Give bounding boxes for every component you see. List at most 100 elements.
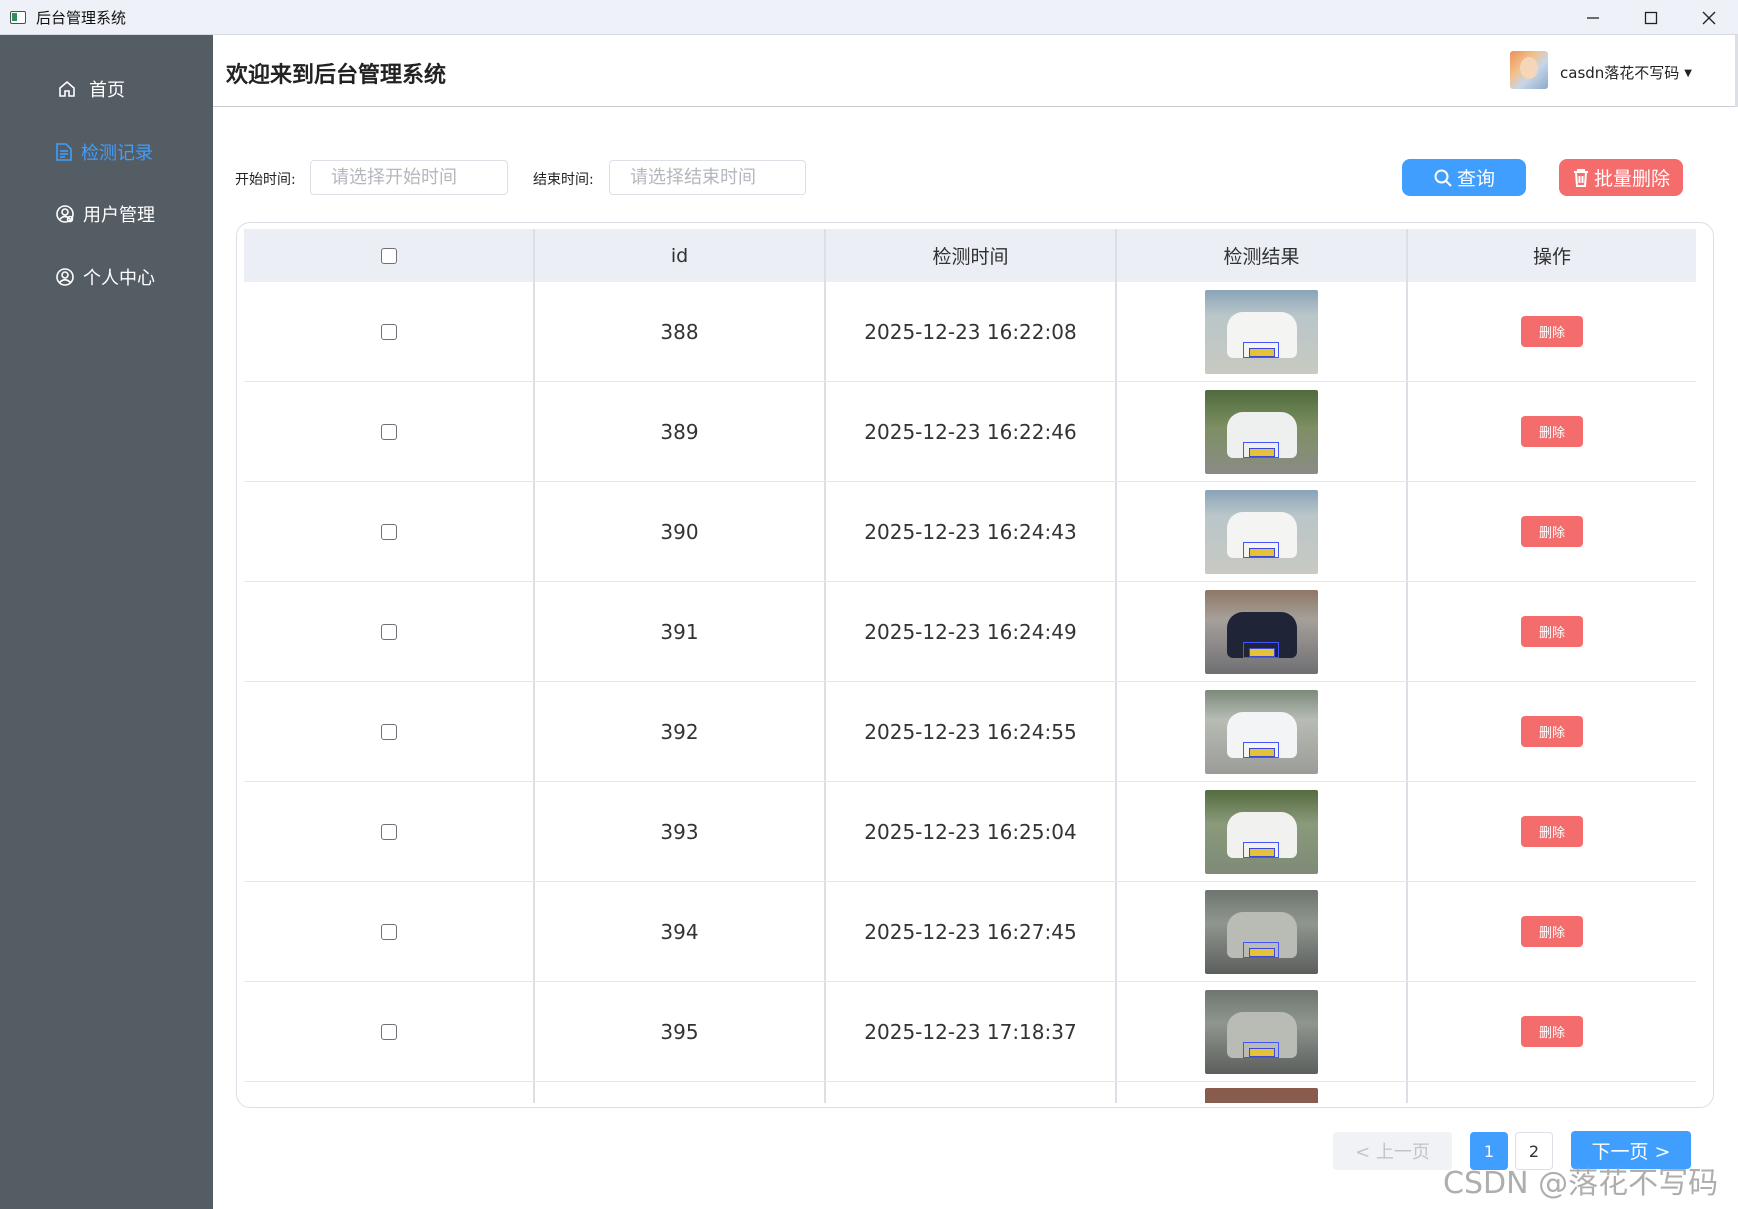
delete-button[interactable]: 删除: [1521, 316, 1583, 347]
row-select-cell: [244, 882, 535, 981]
license-plate: [1249, 947, 1275, 957]
row-action-cell: 删除: [1408, 482, 1696, 581]
table-header: id 检测时间 检测结果 操作: [244, 229, 1696, 282]
detection-result-image[interactable]: [1205, 989, 1318, 1074]
row-checkbox[interactable]: [380, 723, 397, 740]
delete-button[interactable]: 删除: [1521, 516, 1583, 547]
row-time: 2025-12-23 16:24:49: [826, 582, 1117, 681]
row-checkbox[interactable]: [380, 523, 397, 540]
license-plate: [1249, 747, 1275, 757]
license-plate: [1249, 1047, 1275, 1057]
bulk-delete-button[interactable]: 批量删除: [1559, 159, 1683, 196]
watermark: CSDN @落花不写码: [1443, 1166, 1719, 1201]
sidebar-item-users[interactable]: 用户管理: [0, 194, 268, 234]
delete-button[interactable]: 删除: [1521, 716, 1583, 747]
row-select-cell: [244, 1082, 535, 1103]
user-menu-trigger[interactable]: casdn落花不写码 ▼: [1560, 62, 1692, 83]
row-time: 2025-12-23 16:24:43: [826, 482, 1117, 581]
query-button-label: 查询: [1456, 168, 1495, 190]
delete-button[interactable]: 删除: [1521, 816, 1583, 847]
end-time-input[interactable]: [609, 160, 806, 195]
row-result-cell: [1117, 482, 1408, 581]
sidebar-item-label: 检测记录: [81, 143, 153, 164]
row-action-cell: 删除: [1408, 582, 1696, 681]
user-manage-icon: [55, 204, 75, 224]
row-id: 392: [535, 682, 826, 781]
records-table: id 检测时间 检测结果 操作 388 2025-12-23 16:22:08 删除…: [236, 222, 1714, 1108]
row-id: 395: [535, 982, 826, 1081]
detection-result-image[interactable]: [1205, 789, 1318, 874]
row-checkbox[interactable]: [380, 623, 397, 640]
select-all-checkbox[interactable]: [380, 247, 397, 264]
row-select-cell: [244, 382, 535, 481]
row-checkbox[interactable]: [380, 1023, 397, 1040]
table-row: 390 2025-12-23 16:24:43 删除: [244, 482, 1696, 582]
row-id: 388: [535, 282, 826, 381]
column-header-result: 检测结果: [1117, 229, 1408, 282]
detection-result-image[interactable]: [1205, 589, 1318, 674]
window-titlebar: 后台管理系统: [0, 0, 1738, 35]
detection-result-image[interactable]: [1205, 1088, 1318, 1103]
row-id: [535, 1082, 826, 1103]
row-checkbox[interactable]: [380, 823, 397, 840]
detection-result-image[interactable]: [1205, 489, 1318, 574]
delete-button[interactable]: 删除: [1521, 916, 1583, 947]
sidebar-item-records[interactable]: 检测记录: [0, 132, 268, 172]
row-time: 2025-12-23 16:22:08: [826, 282, 1117, 381]
license-plate: [1249, 647, 1275, 657]
document-icon: [55, 142, 73, 162]
app-icon: [10, 10, 26, 24]
end-time-label: 结束时间:: [533, 172, 594, 188]
license-plate: [1249, 447, 1275, 457]
user-circle-icon: [55, 267, 75, 287]
column-header-id: id: [535, 229, 826, 282]
detection-result-image[interactable]: [1205, 289, 1318, 374]
detection-result-image[interactable]: [1205, 389, 1318, 474]
row-result-cell: [1117, 982, 1408, 1081]
row-select-cell: [244, 582, 535, 681]
row-action-cell: 删除: [1408, 982, 1696, 1081]
row-time: 2025-12-23 16:22:46: [826, 382, 1117, 481]
close-icon[interactable]: [1680, 0, 1738, 35]
row-checkbox[interactable]: [380, 423, 397, 440]
delete-button[interactable]: 删除: [1521, 616, 1583, 647]
sidebar-item-profile[interactable]: 个人中心: [0, 257, 268, 297]
maximize-icon[interactable]: [1622, 0, 1680, 35]
row-result-cell: [1117, 1082, 1408, 1103]
delete-button[interactable]: 删除: [1521, 1016, 1583, 1047]
delete-button[interactable]: 删除: [1521, 416, 1583, 447]
row-action-cell: 删除: [1408, 282, 1696, 381]
window-title: 后台管理系统: [36, 8, 127, 27]
table-row: 393 2025-12-23 16:25:04 删除: [244, 782, 1696, 882]
row-id: 389: [535, 382, 826, 481]
row-checkbox[interactable]: [380, 323, 397, 340]
header-select-cell: [244, 229, 535, 282]
sidebar-item-label: 首页: [89, 80, 125, 101]
trash-icon: [1572, 168, 1594, 188]
window-controls: [1564, 0, 1738, 35]
sidebar: 首页 检测记录 用户管理 个人中心: [0, 35, 213, 1209]
start-time-input[interactable]: [310, 160, 508, 195]
detection-result-image[interactable]: [1205, 689, 1318, 774]
row-action-cell: 删除: [1408, 682, 1696, 781]
top-header: 欢迎来到后台管理系统 casdn落花不写码 ▼: [213, 35, 1738, 107]
row-select-cell: [244, 482, 535, 581]
row-id: 394: [535, 882, 826, 981]
table-row-partial: [244, 1082, 1696, 1103]
column-header-time: 检测时间: [826, 229, 1117, 282]
table-row: 392 2025-12-23 16:24:55 删除: [244, 682, 1696, 782]
row-result-cell: [1117, 682, 1408, 781]
row-checkbox[interactable]: [380, 923, 397, 940]
row-time: 2025-12-23 16:24:55: [826, 682, 1117, 781]
detection-result-image[interactable]: [1205, 889, 1318, 974]
row-select-cell: [244, 682, 535, 781]
avatar[interactable]: [1510, 51, 1548, 89]
row-time: 2025-12-23 17:18:37: [826, 982, 1117, 1081]
start-time-label: 开始时间:: [235, 172, 296, 188]
user-name: casdn落花不写码: [1560, 64, 1680, 82]
table-row: 388 2025-12-23 16:22:08 删除: [244, 282, 1696, 382]
minimize-icon[interactable]: [1564, 0, 1622, 35]
prev-page-button[interactable]: < 上一页: [1333, 1132, 1452, 1170]
sidebar-item-label: 个人中心: [83, 268, 155, 289]
query-button[interactable]: 查询: [1402, 159, 1526, 196]
